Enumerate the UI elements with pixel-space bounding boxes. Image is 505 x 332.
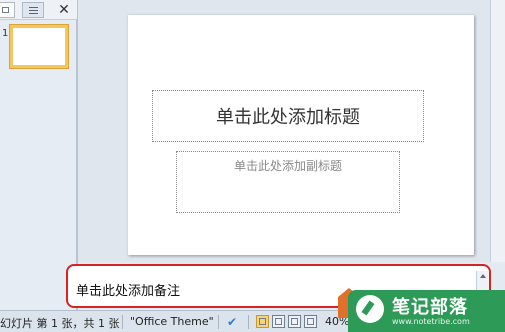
outline-tab-icon: [29, 7, 38, 14]
tab-slides[interactable]: [0, 2, 15, 18]
close-pane-button[interactable]: ✕: [55, 1, 73, 19]
reading-view-button[interactable]: [288, 315, 301, 328]
slide-sorter-view-button[interactable]: [272, 315, 285, 328]
slides-tab-icon: [2, 7, 9, 13]
scroll-up-icon[interactable]: [480, 274, 486, 278]
subtitle-placeholder[interactable]: 单击此处添加副标题: [176, 151, 400, 213]
theme-name[interactable]: "Office Theme": [130, 315, 214, 328]
slide-sorter-icon: [275, 318, 282, 325]
slide-edit-area: 单击此处添加标题 单击此处添加副标题: [78, 0, 490, 262]
slide-thumbnail-pane: ✕ 1: [0, 0, 77, 310]
watermark-title: 笔记部落: [392, 297, 468, 318]
slideshow-icon: [307, 318, 314, 325]
slide-thumbnail[interactable]: [10, 25, 68, 68]
normal-view-icon: [259, 318, 266, 325]
tab-outline[interactable]: [22, 2, 44, 18]
slide-canvas: 单击此处添加标题 单击此处添加副标题: [128, 15, 474, 255]
notes-placeholder: 单击此处添加备注: [76, 284, 181, 299]
title-placeholder[interactable]: 单击此处添加标题: [152, 90, 424, 142]
watermark-logo-icon: [356, 295, 384, 323]
status-separator: [248, 315, 249, 329]
watermark-badge: 笔记部落 www.notetribe.com: [348, 290, 505, 332]
thumbnail-number: 1: [2, 28, 9, 39]
status-separator: [218, 315, 219, 329]
reading-view-icon: [291, 318, 298, 325]
slideshow-view-button[interactable]: [304, 315, 317, 328]
pane-tabs: ✕: [0, 0, 77, 20]
normal-view-button[interactable]: [256, 315, 269, 328]
status-separator: [122, 315, 123, 329]
watermark-url: www.notetribe.com: [392, 317, 470, 326]
slide-count-status: 幻灯片 第 1 张，共 1 张: [0, 317, 120, 330]
spell-check-icon[interactable]: ✔: [224, 314, 240, 330]
vertical-scrollbar[interactable]: [490, 0, 505, 262]
